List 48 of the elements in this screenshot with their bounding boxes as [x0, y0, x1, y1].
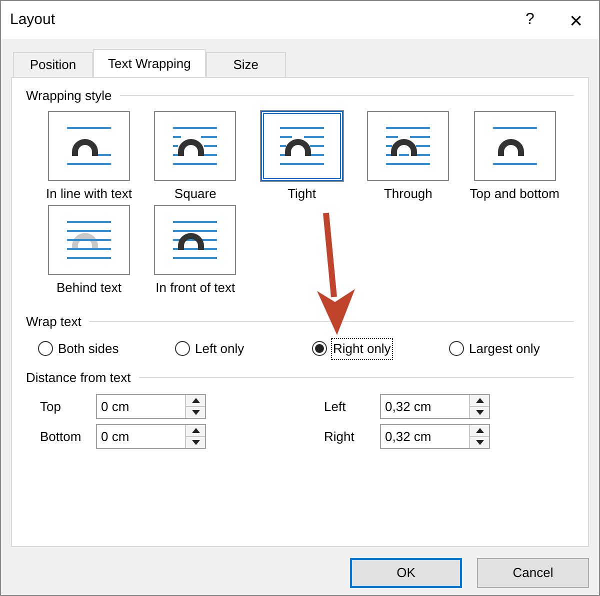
option-label: In line with text — [46, 184, 132, 202]
down-arrow-icon — [192, 440, 200, 445]
field-label: Right — [323, 428, 356, 446]
option-label: In front of text — [156, 279, 236, 297]
window-title: Layout — [10, 10, 56, 30]
spin-field[interactable]: 0 cm — [96, 424, 206, 449]
tab[interactable]: Text Wrapping — [93, 49, 206, 77]
down-arrow-icon — [192, 410, 200, 415]
option-label: Behind text — [56, 279, 122, 297]
close-button[interactable]: × — [553, 1, 599, 39]
field-label: Top — [39, 398, 62, 416]
radio-label: Largest only — [468, 340, 541, 358]
radio-button[interactable] — [38, 341, 53, 356]
option-label: Square — [174, 184, 216, 203]
group-heading: Wrapping style — [26, 87, 112, 105]
group-heading: Wrap text — [26, 312, 82, 331]
wrapping-style-option[interactable] — [474, 110, 556, 180]
wrapping-style-option[interactable] — [154, 205, 236, 275]
down-arrow-icon — [476, 410, 484, 415]
spin-field[interactable]: 0 cm — [96, 394, 206, 419]
up-arrow-icon — [476, 428, 484, 433]
wrapping-style-option[interactable] — [154, 110, 236, 180]
wrapping-style-option[interactable] — [367, 110, 450, 180]
help-button[interactable]: ? — [507, 1, 553, 39]
radio-button[interactable] — [175, 341, 190, 356]
spin-field[interactable]: 0,32 cm — [380, 424, 490, 449]
radio-button[interactable] — [312, 341, 327, 356]
group-heading: Distance from text — [26, 368, 131, 386]
wrapping-style-option[interactable] — [260, 110, 343, 180]
option-label: Through — [384, 184, 432, 203]
wrapping-style-option[interactable] — [48, 110, 130, 180]
up-arrow-icon — [476, 398, 484, 403]
radio-label: Left only — [194, 340, 246, 358]
radio-button[interactable] — [449, 341, 464, 356]
up-arrow-icon — [192, 398, 200, 403]
down-arrow-icon — [476, 440, 484, 445]
up-arrow-icon — [192, 428, 200, 433]
field-label: Bottom — [39, 428, 82, 446]
field-label: Left — [323, 398, 347, 416]
radio-label: Right only — [331, 338, 393, 360]
dialog-button[interactable]: OK — [350, 558, 462, 588]
dialog-button[interactable]: Cancel — [477, 558, 589, 588]
tab[interactable]: Size — [206, 52, 286, 77]
option-label: Top and bottom — [470, 184, 560, 203]
option-label: Tight — [288, 184, 316, 203]
tab[interactable]: Position — [13, 52, 93, 77]
radio-label: Both sides — [57, 340, 120, 358]
spin-field[interactable]: 0,32 cm — [380, 394, 490, 419]
